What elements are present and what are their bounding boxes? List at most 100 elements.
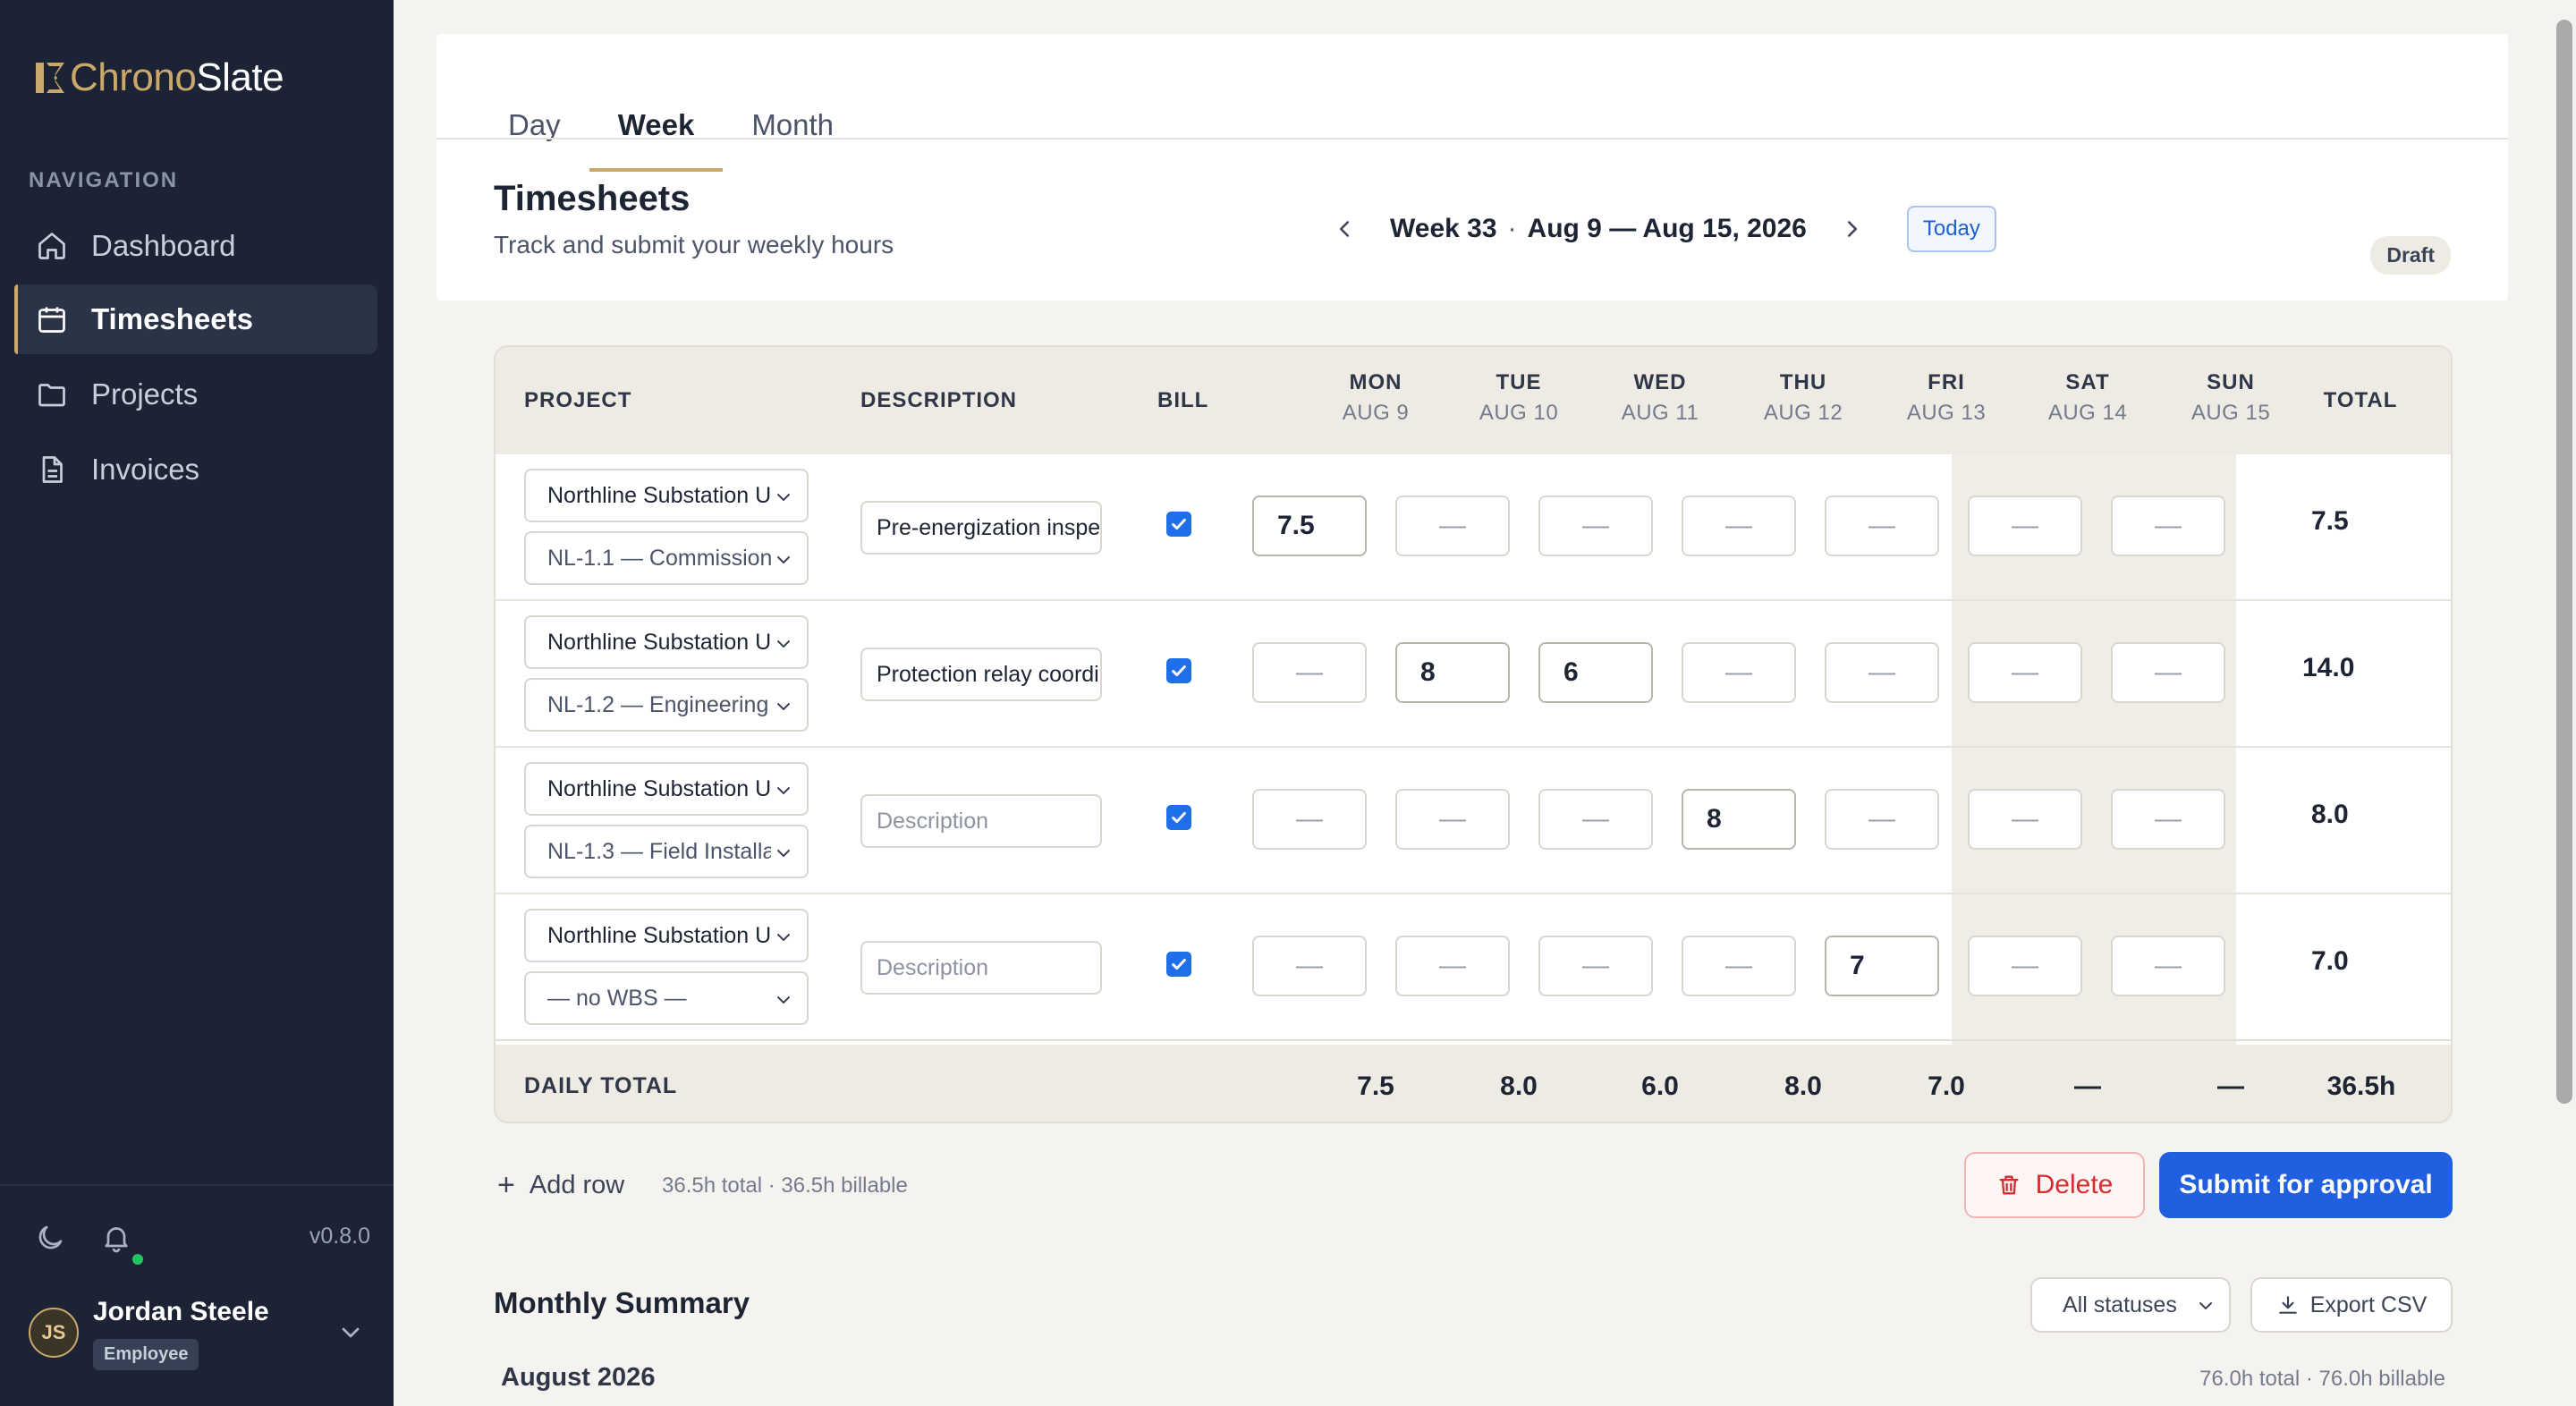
description-input[interactable]: Protection relay coordination [860,648,1102,701]
hours-input-sun[interactable]: — [2111,936,2225,996]
hours-input-fri[interactable]: 7 [1825,936,1939,996]
chevron-left-icon [1340,221,1349,237]
hours-input-sat[interactable]: — [1968,495,2082,556]
wbs-select[interactable]: NL-1.2 — Engineering [524,678,809,732]
checkmark-icon [1172,811,1186,824]
wbs-select-value: NL-1.3 — Field Installation [547,838,771,864]
wbs-select[interactable]: NL-1.1 — Commissioning [524,531,809,585]
week-totals-summary: 36.5h total · 36.5h billable [662,1173,908,1198]
status-filter-select[interactable]: All statuses [2030,1277,2231,1333]
hours-input-wed[interactable]: 6 [1538,642,1653,703]
bell-icon[interactable] [100,1222,132,1254]
timesheet-table: PROJECT DESCRIPTION BILL MON AUG 9 TUE AUG… [494,345,2453,1123]
hours-input-mon[interactable]: — [1252,936,1367,996]
hours-input-wed[interactable]: — [1538,789,1653,850]
hours-input-tue[interactable]: — [1395,789,1510,850]
add-row-button[interactable]: + Add row [497,1168,624,1203]
day-date: AUG 13 [1906,401,1987,425]
export-csv-button[interactable]: Export CSV [2250,1277,2453,1333]
hours-input-sat[interactable]: — [1968,789,2082,850]
hours-input-fri[interactable]: — [1825,642,1939,703]
daily-total-label: DAILY TOTAL [524,1073,678,1098]
column-header-thu: THU AUG 12 [1732,370,1875,426]
delete-label: Delete [2035,1170,2114,1199]
chevron-down-icon [777,787,790,794]
wbs-select[interactable]: — no WBS — [524,971,809,1025]
hours-input-fri[interactable]: — [1825,789,1939,850]
submit-for-approval-button[interactable]: Submit for approval [2159,1152,2453,1218]
hours-input-sat[interactable]: — [1968,642,2082,703]
checkmark-icon [1172,958,1186,970]
monthly-summary-title: Monthly Summary [494,1286,750,1319]
hours-input-tue[interactable]: — [1395,936,1510,996]
day-name: SUN [2207,370,2255,394]
project-select[interactable]: Northline Substation Upgrade [524,762,809,816]
sidebar-item-label: Dashboard [91,229,236,262]
trash-icon [1999,1175,2019,1195]
billable-checkbox[interactable] [1166,952,1191,977]
billable-checkbox[interactable] [1166,512,1191,537]
export-csv-label: Export CSV [2309,1292,2428,1317]
sidebar-item-label: Timesheets [91,302,253,335]
checkmark-icon [1172,518,1186,530]
hours-input-mon[interactable]: — [1252,789,1367,850]
next-week-button[interactable] [1830,207,1875,251]
hours-input-thu[interactable]: 8 [1682,789,1796,850]
day-date: AUG 14 [2047,401,2128,425]
hours-input-thu[interactable]: — [1682,936,1796,996]
avatar[interactable]: JS [29,1308,79,1358]
daily-total-wed: 6.0 [1641,1071,1679,1101]
previous-week-button[interactable] [1322,207,1367,251]
hours-input-wed[interactable]: — [1538,495,1653,556]
hours-input-sun[interactable]: — [2111,642,2225,703]
hours-input-sat[interactable]: — [1968,936,2082,996]
sidebar: ChronoSlate NAVIGATION Dashboard Timeshe… [0,0,394,1406]
chevron-down-icon [777,850,790,857]
billable-checkbox[interactable] [1166,805,1191,830]
hours-input-fri[interactable]: — [1825,495,1939,556]
column-header-project: PROJECT [524,388,632,412]
app-logo[interactable]: ChronoSlate [36,55,284,100]
row-total: 7.5 [2311,506,2349,536]
hours-input-mon[interactable]: — [1252,642,1367,703]
hours-input-thu[interactable]: — [1682,642,1796,703]
hours-input-mon[interactable]: 7.5 [1252,495,1367,556]
day-name: TUE [1496,370,1542,394]
tab-week[interactable]: Week [589,79,724,172]
hours-input-sun[interactable]: — [2111,789,2225,850]
chevron-down-icon [777,996,790,1004]
wbs-select[interactable]: NL-1.3 — Field Installation [524,825,809,878]
tab-day[interactable]: Day [479,79,589,172]
description-input[interactable]: Pre-energization inspection [860,501,1102,555]
folder-icon [38,384,65,407]
project-select[interactable]: Northline Substation Upgrade [524,909,809,962]
delete-button[interactable]: Delete [1964,1152,2145,1218]
today-button[interactable]: Today [1906,206,1996,252]
column-header-mon: MON AUG 9 [1304,370,1447,426]
user-name: Jordan Steele [93,1297,269,1326]
project-select[interactable]: Northline Substation Upgrade [524,469,809,522]
wbs-select-value: NL-1.1 — Commissioning [547,545,771,571]
sidebar-item-projects[interactable]: Projects [14,360,377,429]
hours-input-sun[interactable]: — [2111,495,2225,556]
page-scrollbar[interactable] [2556,20,2572,1104]
day-name: FRI [1928,370,1965,394]
description-input[interactable]: Description [860,941,1102,995]
moon-icon[interactable] [34,1222,66,1254]
sidebar-item-invoices[interactable]: Invoices [14,435,377,504]
hours-input-wed[interactable]: — [1538,936,1653,996]
sidebar-item-label: Projects [91,377,199,411]
hours-input-tue[interactable]: 8 [1395,642,1510,703]
billable-checkbox[interactable] [1166,658,1191,683]
project-select[interactable]: Northline Substation Upgrade [524,615,809,669]
chevron-down-icon[interactable] [336,1318,365,1347]
description-input[interactable]: Description [860,794,1102,848]
hours-input-thu[interactable]: — [1682,495,1796,556]
project-select-value: Northline Substation Upgrade [547,775,771,801]
sidebar-item-dashboard[interactable]: Dashboard [14,211,377,281]
chevron-down-icon [777,934,790,941]
sidebar-item-timesheets[interactable]: Timesheets [14,284,377,354]
calendar-icon [38,307,65,333]
hours-input-tue[interactable]: — [1395,495,1510,556]
tab-month[interactable]: Month [723,79,862,172]
